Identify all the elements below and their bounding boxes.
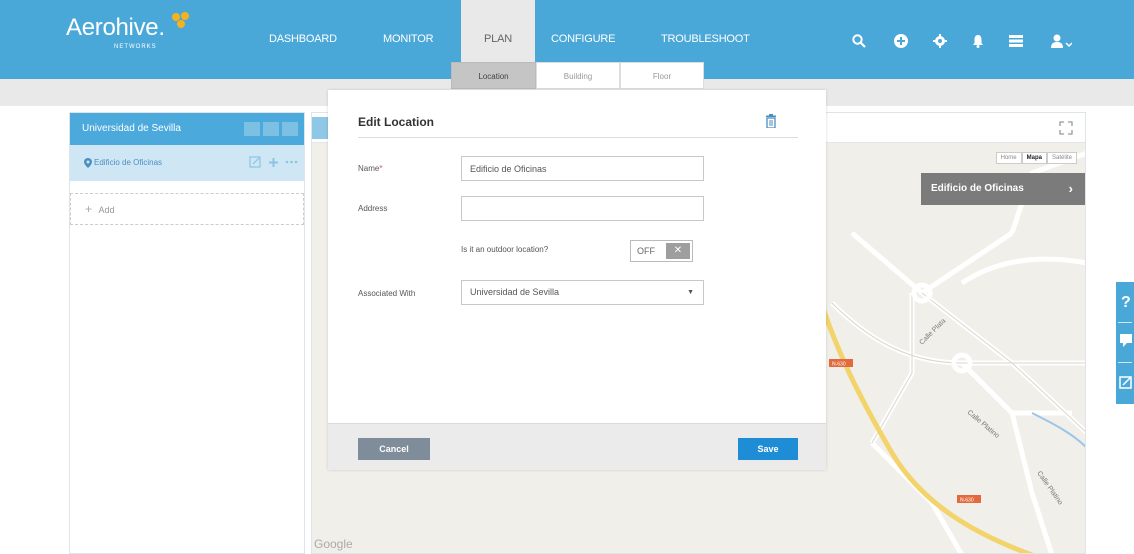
- chevron-down-icon: ▼: [687, 289, 694, 296]
- add-location-button[interactable]: + Add: [70, 193, 304, 225]
- location-pin-icon: [84, 158, 92, 168]
- dialog-footer: Cancel Save: [328, 423, 826, 470]
- more-icon[interactable]: [282, 122, 298, 136]
- help-side-tab: ?: [1116, 282, 1134, 404]
- tree-child-actions: [249, 156, 298, 168]
- fullscreen-icon[interactable]: [1059, 121, 1073, 135]
- associated-with-select[interactable]: Universidad de Sevilla ▼: [461, 280, 704, 305]
- address-input[interactable]: [461, 196, 704, 221]
- plan-subtabs: Location Building Floor: [451, 62, 704, 90]
- title-divider: [358, 137, 798, 138]
- logo-wordmark: Aerohive.: [66, 14, 165, 41]
- location-tree-panel: Universidad de Sevilla Edificio de Ofici…: [69, 112, 305, 554]
- edit-location-dialog: Edit Location Name* Address Is it an out…: [328, 90, 826, 470]
- chevron-right-icon: ›: [1068, 181, 1073, 196]
- svg-text:N-630: N-630: [832, 362, 846, 368]
- trash-icon[interactable]: [765, 114, 777, 128]
- associated-with-value: Universidad de Sevilla: [470, 287, 560, 297]
- name-input[interactable]: [461, 156, 704, 181]
- location-banner-label: Edificio de Oficinas: [931, 183, 1024, 194]
- google-watermark: Google: [314, 537, 353, 551]
- associated-with-label: Associated With: [358, 289, 416, 298]
- outdoor-toggle[interactable]: OFF ✕: [630, 240, 693, 262]
- outdoor-question-label: Is it an outdoor location?: [461, 245, 549, 254]
- dialog-title: Edit Location: [358, 115, 434, 129]
- more-icon[interactable]: [285, 160, 298, 164]
- tab-building[interactable]: Building: [536, 62, 620, 89]
- map-type-mapa[interactable]: Mapa: [1021, 152, 1047, 164]
- logo-dots-icon: [172, 12, 189, 28]
- name-label: Name*: [358, 164, 382, 173]
- address-label: Address: [358, 204, 388, 213]
- map-type-home[interactable]: Home: [995, 152, 1022, 164]
- tab-location[interactable]: Location: [451, 62, 536, 89]
- edit-icon[interactable]: [249, 156, 262, 168]
- search-icon[interactable]: [851, 33, 867, 49]
- name-label-text: Name: [358, 164, 380, 173]
- tree-root-item[interactable]: Universidad de Sevilla: [70, 113, 304, 145]
- location-banner[interactable]: Edificio de Oficinas ›: [921, 173, 1085, 205]
- tree-child-item[interactable]: Edificio de Oficinas: [70, 145, 304, 181]
- user-icon[interactable]: [1050, 33, 1072, 49]
- close-icon: ✕: [666, 243, 690, 259]
- gear-icon[interactable]: [932, 33, 948, 49]
- map-type-satelite[interactable]: Satélite: [1046, 152, 1077, 164]
- required-asterisk: *: [379, 164, 383, 173]
- bell-icon[interactable]: [970, 33, 986, 49]
- logo-subtitle: NETWORKS: [114, 44, 157, 50]
- tree-root-label: Universidad de Sevilla: [82, 123, 181, 134]
- map-type-switcher: Home Mapa Satélite: [995, 152, 1077, 164]
- nav-monitor[interactable]: MONITOR: [383, 0, 443, 79]
- tree-child-label: Edificio de Oficinas: [94, 158, 163, 167]
- add-icon[interactable]: [263, 122, 279, 136]
- plus-icon: +: [85, 202, 93, 216]
- nav-dashboard[interactable]: DASHBOARD: [269, 0, 349, 79]
- svg-text:N-630: N-630: [960, 498, 974, 504]
- tab-floor[interactable]: Floor: [620, 62, 704, 89]
- save-button[interactable]: Save: [738, 438, 798, 460]
- server-list-icon[interactable]: [1008, 33, 1024, 49]
- chat-icon[interactable]: [1120, 334, 1132, 348]
- svg-text:?: ?: [1121, 294, 1131, 310]
- toggle-state-label: OFF: [637, 246, 655, 256]
- feedback-edit-icon[interactable]: [1119, 376, 1132, 389]
- cancel-button[interactable]: Cancel: [358, 438, 430, 460]
- tree-root-actions: [244, 122, 298, 136]
- add-icon[interactable]: [268, 157, 279, 168]
- aerohive-logo[interactable]: Aerohive. NETWORKS: [66, 12, 189, 50]
- add-circle-icon[interactable]: [893, 33, 909, 49]
- add-label: Add: [98, 205, 115, 215]
- help-icon[interactable]: ?: [1120, 292, 1132, 310]
- edit-icon[interactable]: [244, 122, 260, 136]
